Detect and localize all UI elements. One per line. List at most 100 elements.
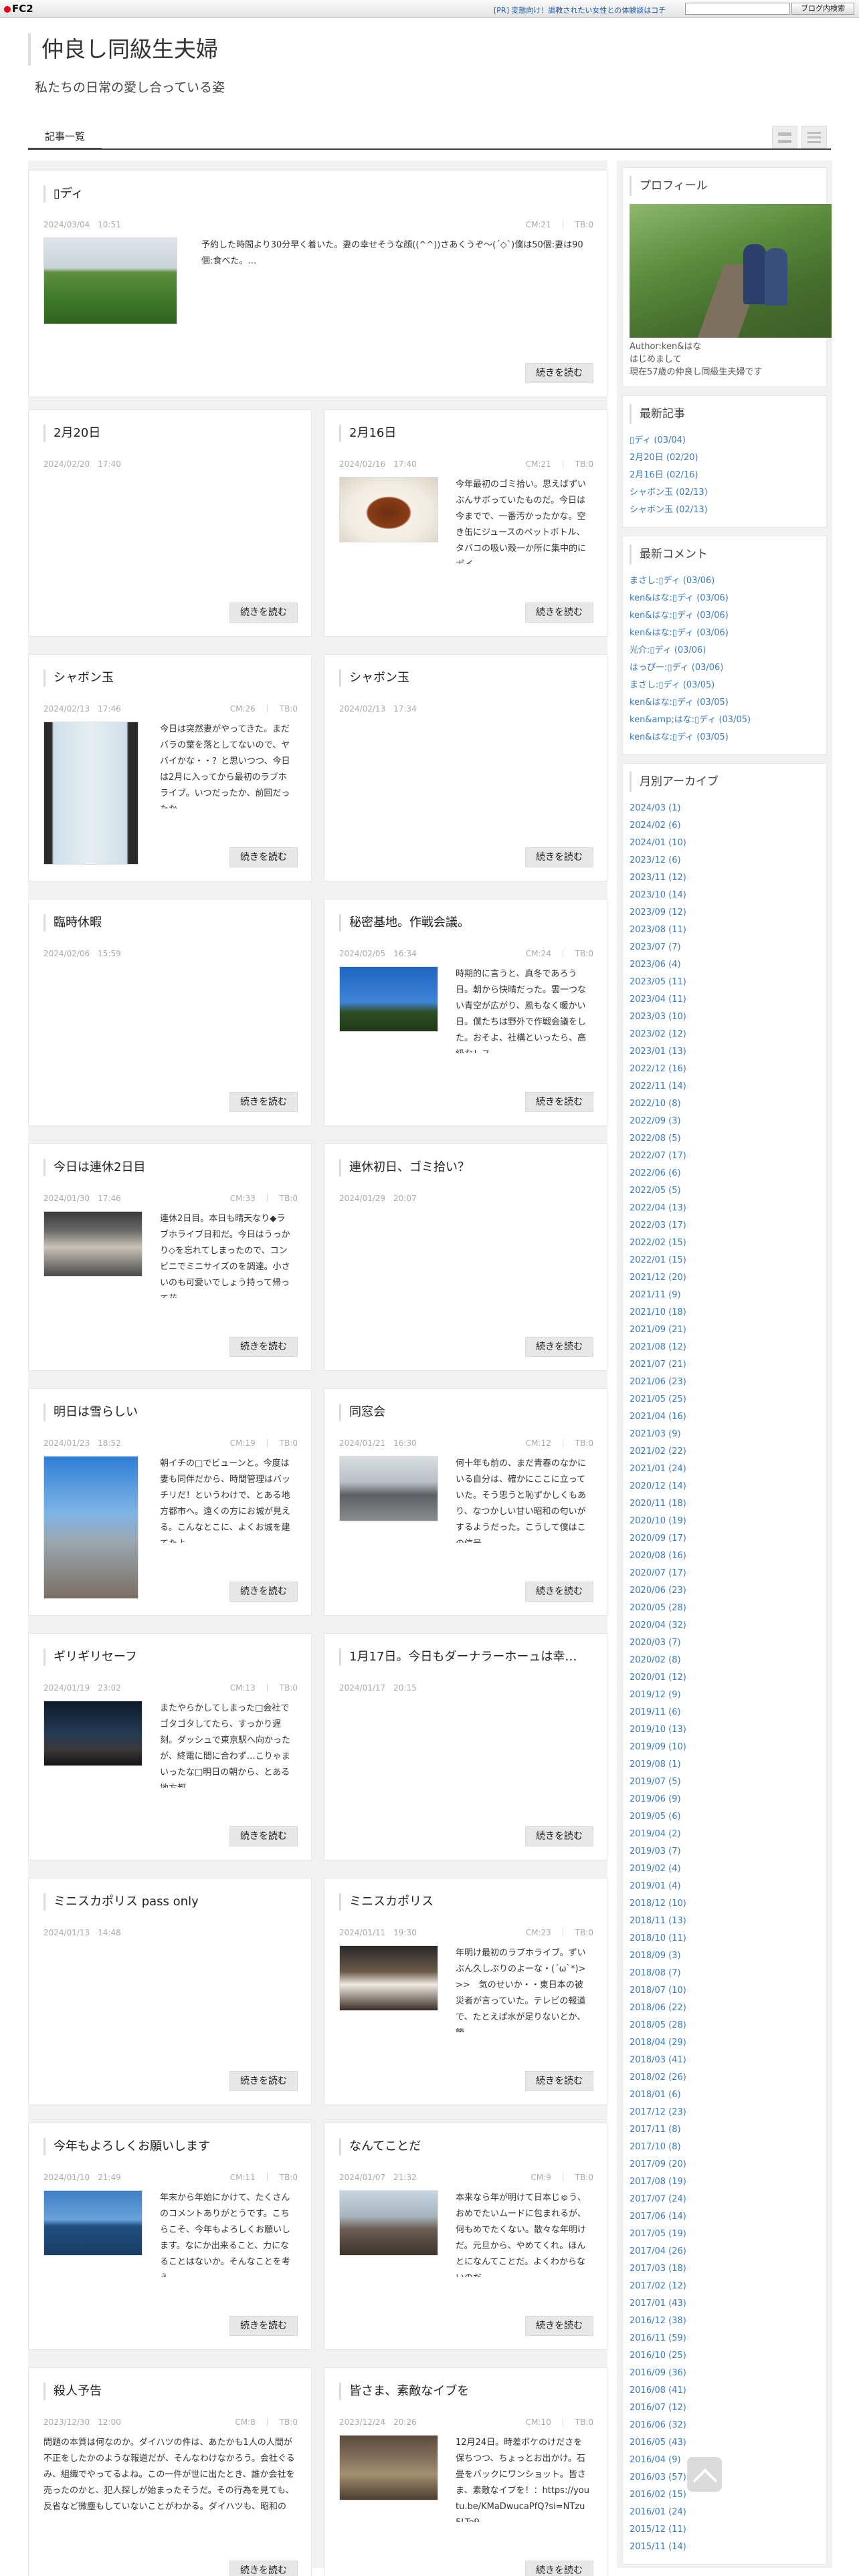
archive-link[interactable]: 2020/02 (8)	[630, 1652, 820, 1669]
post-thumbnail[interactable]	[339, 477, 438, 542]
archive-link[interactable]: 2019/05 (6)	[630, 1808, 820, 1826]
recent-comment-link[interactable]: まさし:▯ディ (03/05)	[630, 677, 820, 694]
read-more-button[interactable]: 続きを読む	[229, 1826, 298, 1846]
archive-link[interactable]: 2021/11 (9)	[630, 1287, 820, 1304]
archive-link[interactable]: 2021/12 (20)	[630, 1269, 820, 1287]
post-thumbnail[interactable]	[43, 1701, 142, 1766]
archive-link[interactable]: 2020/10 (19)	[630, 1513, 820, 1530]
read-more-button[interactable]: 続きを読む	[525, 1337, 593, 1357]
archive-link[interactable]: 2022/04 (13)	[630, 1200, 820, 1217]
blog-search-button[interactable]: ブログ内検索	[791, 3, 854, 15]
archive-link[interactable]: 2016/03 (57)	[630, 2469, 820, 2486]
recent-post-link[interactable]: シャボン玉 (02/13)	[630, 484, 820, 502]
recent-comment-link[interactable]: ken&はな:▯ディ (03/05)	[630, 694, 820, 712]
post-title[interactable]: 今日は連休2日目	[43, 1159, 298, 1176]
archive-link[interactable]: 2017/05 (19)	[630, 2226, 820, 2243]
archive-link[interactable]: 2017/10 (8)	[630, 2139, 820, 2156]
archive-link[interactable]: 2021/07 (21)	[630, 1356, 820, 1374]
recent-comment-link[interactable]: ken&はな:▯ディ (03/06)	[630, 625, 820, 642]
archive-link[interactable]: 2022/06 (6)	[630, 1165, 820, 1182]
read-more-button[interactable]: 続きを読む	[229, 2561, 298, 2576]
archive-link[interactable]: 2021/09 (21)	[630, 1321, 820, 1339]
post-title[interactable]: 臨時休暇	[43, 914, 298, 932]
fc2-logo[interactable]: FC2	[4, 3, 33, 15]
read-more-button[interactable]: 続きを読む	[229, 603, 298, 623]
archive-link[interactable]: 2017/01 (43)	[630, 2295, 820, 2313]
read-more-button[interactable]: 続きを読む	[229, 2316, 298, 2336]
archive-link[interactable]: 2016/02 (15)	[630, 2486, 820, 2504]
post-thumbnail[interactable]	[43, 1211, 142, 1277]
archive-link[interactable]: 2018/09 (3)	[630, 1947, 820, 1965]
archive-link[interactable]: 2024/01 (10)	[630, 835, 820, 852]
archive-link[interactable]: 2023/04 (11)	[630, 991, 820, 1008]
archive-link[interactable]: 2023/12 (6)	[630, 852, 820, 869]
archive-link[interactable]: 2018/08 (7)	[630, 1965, 820, 1982]
read-more-button[interactable]: 続きを読む	[229, 1337, 298, 1357]
archive-link[interactable]: 2023/06 (4)	[630, 956, 820, 974]
archive-link[interactable]: 2022/02 (15)	[630, 1235, 820, 1252]
archive-link[interactable]: 2020/07 (17)	[630, 1565, 820, 1582]
recent-comment-link[interactable]: ken&はな:▯ディ (03/06)	[630, 590, 820, 607]
archive-link[interactable]: 2024/03 (1)	[630, 800, 820, 817]
pr-link[interactable]: [PR] 変態向け！調教されたい女性との体験談はコチ	[494, 5, 666, 15]
archive-link[interactable]: 2016/04 (9)	[630, 2452, 820, 2469]
archive-link[interactable]: 2022/05 (5)	[630, 1182, 820, 1200]
post-title[interactable]: ミニスカポリス pass only	[43, 1893, 298, 1911]
post-title[interactable]: なんてことだ	[339, 2138, 593, 2155]
post-title[interactable]: ▯ディ	[43, 185, 579, 203]
recent-comment-link[interactable]: はっぴー:▯ディ (03/06)	[630, 659, 820, 677]
archive-link[interactable]: 2020/09 (17)	[630, 1530, 820, 1547]
blog-search-input[interactable]	[685, 3, 790, 15]
read-more-button[interactable]: 続きを読む	[525, 2071, 593, 2091]
archive-link[interactable]: 2023/03 (10)	[630, 1008, 820, 1026]
archive-link[interactable]: 2017/11 (8)	[630, 2121, 820, 2139]
post-title[interactable]: 殺人予告	[43, 2383, 298, 2400]
archive-link[interactable]: 2023/07 (7)	[630, 939, 820, 956]
read-more-button[interactable]: 続きを読む	[525, 1582, 593, 1602]
archive-link[interactable]: 2019/02 (4)	[630, 1860, 820, 1878]
recent-post-link[interactable]: 2月16日 (02/16)	[630, 467, 820, 484]
read-more-button[interactable]: 続きを読む	[525, 1826, 593, 1846]
post-title[interactable]: 秘密基地。作戦会議。	[339, 914, 593, 932]
back-to-top-button[interactable]	[687, 2457, 722, 2492]
archive-link[interactable]: 2021/05 (25)	[630, 1391, 820, 1408]
read-more-button[interactable]: 続きを読む	[525, 1092, 593, 1112]
archive-link[interactable]: 2016/07 (12)	[630, 2399, 820, 2417]
archive-link[interactable]: 2017/07 (24)	[630, 2191, 820, 2208]
archive-link[interactable]: 2020/01 (12)	[630, 1669, 820, 1687]
post-title[interactable]: 1月17日。今日もダーナラーホーュは幸…	[339, 1648, 593, 1666]
archive-link[interactable]: 2022/10 (8)	[630, 1095, 820, 1113]
archive-link[interactable]: 2020/03 (7)	[630, 1634, 820, 1652]
site-title[interactable]: 仲良し同級生夫婦	[28, 33, 218, 66]
archive-link[interactable]: 2018/05 (28)	[630, 2017, 820, 2034]
archive-link[interactable]: 2023/01 (13)	[630, 1043, 820, 1061]
post-title[interactable]: 同窓会	[339, 1404, 593, 1421]
archive-link[interactable]: 2016/06 (32)	[630, 2417, 820, 2434]
recent-post-link[interactable]: シャボン玉 (02/13)	[630, 502, 820, 519]
archive-link[interactable]: 2024/02 (6)	[630, 817, 820, 835]
read-more-button[interactable]: 続きを読む	[229, 847, 298, 867]
archive-link[interactable]: 2017/03 (18)	[630, 2260, 820, 2278]
archive-link[interactable]: 2022/11 (14)	[630, 1078, 820, 1095]
archive-link[interactable]: 2019/10 (13)	[630, 1721, 820, 1739]
archive-link[interactable]: 2016/10 (25)	[630, 2347, 820, 2365]
archive-link[interactable]: 2023/10 (14)	[630, 887, 820, 904]
archive-link[interactable]: 2022/12 (16)	[630, 1061, 820, 1078]
post-thumbnail[interactable]	[339, 2435, 438, 2500]
post-thumbnail[interactable]	[43, 237, 177, 324]
post-title[interactable]: 2月20日	[43, 425, 298, 442]
archive-link[interactable]: 2018/06 (22)	[630, 2000, 820, 2017]
post-thumbnail[interactable]	[43, 722, 138, 865]
archive-link[interactable]: 2022/03 (17)	[630, 1217, 820, 1235]
read-more-button[interactable]: 続きを読む	[229, 2071, 298, 2091]
archive-link[interactable]: 2019/04 (2)	[630, 1826, 820, 1843]
list-view-icon[interactable]	[801, 126, 827, 148]
archive-link[interactable]: 2017/08 (19)	[630, 2173, 820, 2191]
post-title[interactable]: 今年もよろしくお願いします	[43, 2138, 298, 2155]
recent-post-link[interactable]: ▯ディ (03/04)	[630, 432, 820, 449]
read-more-button[interactable]: 続きを読む	[229, 1582, 298, 1602]
archive-link[interactable]: 2019/08 (1)	[630, 1756, 820, 1774]
archive-link[interactable]: 2017/04 (26)	[630, 2243, 820, 2260]
archive-link[interactable]: 2023/09 (12)	[630, 904, 820, 922]
archive-link[interactable]: 2023/02 (12)	[630, 1026, 820, 1043]
